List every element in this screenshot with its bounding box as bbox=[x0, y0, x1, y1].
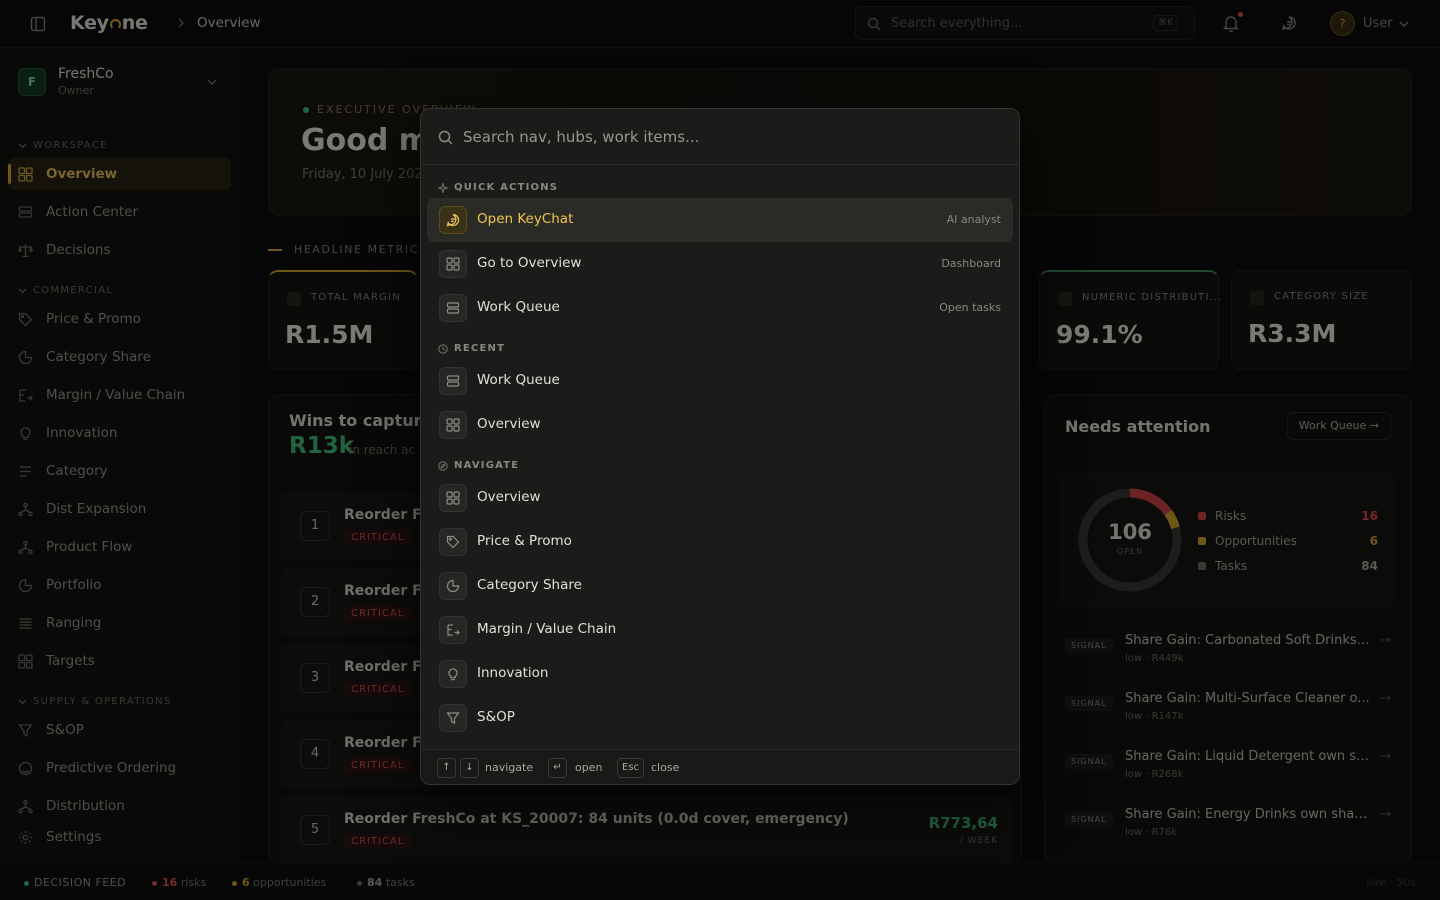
key-down: ↓ bbox=[460, 758, 479, 778]
key-up: ↑ bbox=[437, 758, 456, 778]
palette-item-label: Work Queue bbox=[477, 372, 560, 388]
palette-item-label: S&OP bbox=[477, 709, 515, 725]
palette-search-input[interactable] bbox=[463, 121, 1003, 153]
palette-item-nav-price-promo[interactable]: Price & Promo bbox=[427, 520, 1013, 564]
chat-icon bbox=[439, 206, 467, 234]
stack-icon bbox=[439, 294, 467, 322]
key-enter: ↵ bbox=[548, 758, 567, 778]
bulb-icon bbox=[439, 660, 467, 688]
funnel-icon bbox=[439, 704, 467, 732]
palette-item-recent-work-queue[interactable]: Work Queue bbox=[427, 359, 1013, 403]
key-esc: Esc bbox=[617, 758, 645, 778]
hint-navigate: navigate bbox=[485, 761, 534, 774]
grid-icon bbox=[439, 484, 467, 512]
group-title: QUICK ACTIONS bbox=[454, 182, 559, 193]
grid-icon bbox=[439, 411, 467, 439]
palette-item-label: Category Share bbox=[477, 577, 582, 593]
stack-icon bbox=[439, 367, 467, 395]
palette-item-label: Margin / Value Chain bbox=[477, 621, 617, 637]
palette-item-open-keychat[interactable]: Open KeyChat AI analyst bbox=[427, 198, 1013, 242]
palette-item-label: Overview bbox=[477, 416, 541, 432]
tag-icon bbox=[439, 528, 467, 556]
palette-item-hint: Open tasks bbox=[939, 301, 1001, 314]
group-navigate: NAVIGATE bbox=[438, 460, 519, 471]
palette-item-hint: Dashboard bbox=[941, 257, 1001, 270]
palette-search bbox=[421, 109, 1019, 165]
grid-icon bbox=[439, 250, 467, 278]
pie-icon bbox=[439, 572, 467, 600]
palette-item-label: Overview bbox=[477, 489, 541, 505]
palette-footer: ↑ ↓ navigate ↵ open Esc close bbox=[421, 749, 1019, 784]
group-title: RECENT bbox=[454, 343, 506, 354]
group-title: NAVIGATE bbox=[454, 460, 520, 471]
palette-item-label: Innovation bbox=[477, 665, 549, 681]
group-quick-actions: QUICK ACTIONS bbox=[438, 182, 558, 193]
palette-item-nav-sop[interactable]: S&OP bbox=[427, 696, 1013, 740]
group-recent: RECENT bbox=[438, 343, 505, 354]
palette-item-go-to-overview[interactable]: Go to Overview Dashboard bbox=[427, 242, 1013, 286]
palette-item-nav-overview[interactable]: Overview bbox=[427, 476, 1013, 520]
palette-item-label: Go to Overview bbox=[477, 255, 582, 271]
palette-item-nav-innovation[interactable]: Innovation bbox=[427, 652, 1013, 696]
palette-item-nav-category-share[interactable]: Category Share bbox=[427, 564, 1013, 608]
palette-item-label: Work Queue bbox=[477, 299, 560, 315]
compass-icon bbox=[438, 460, 448, 471]
palette-item-work-queue[interactable]: Work Queue Open tasks bbox=[427, 286, 1013, 330]
command-palette: QUICK ACTIONS Open KeyChat AI analyst Go… bbox=[420, 108, 1020, 785]
sparkle-icon bbox=[438, 182, 448, 193]
hint-open: open bbox=[575, 761, 603, 774]
palette-item-hint: AI analyst bbox=[946, 213, 1001, 226]
palette-item-nav-margin-value-chain[interactable]: Margin / Value Chain bbox=[427, 608, 1013, 652]
palette-item-label: Price & Promo bbox=[477, 533, 572, 549]
palette-item-label: Open KeyChat bbox=[477, 211, 574, 227]
clock-icon bbox=[438, 343, 448, 354]
search-icon bbox=[438, 130, 453, 145]
chain-icon bbox=[439, 616, 467, 644]
palette-item-recent-overview[interactable]: Overview bbox=[427, 403, 1013, 447]
hint-close: close bbox=[651, 761, 680, 774]
